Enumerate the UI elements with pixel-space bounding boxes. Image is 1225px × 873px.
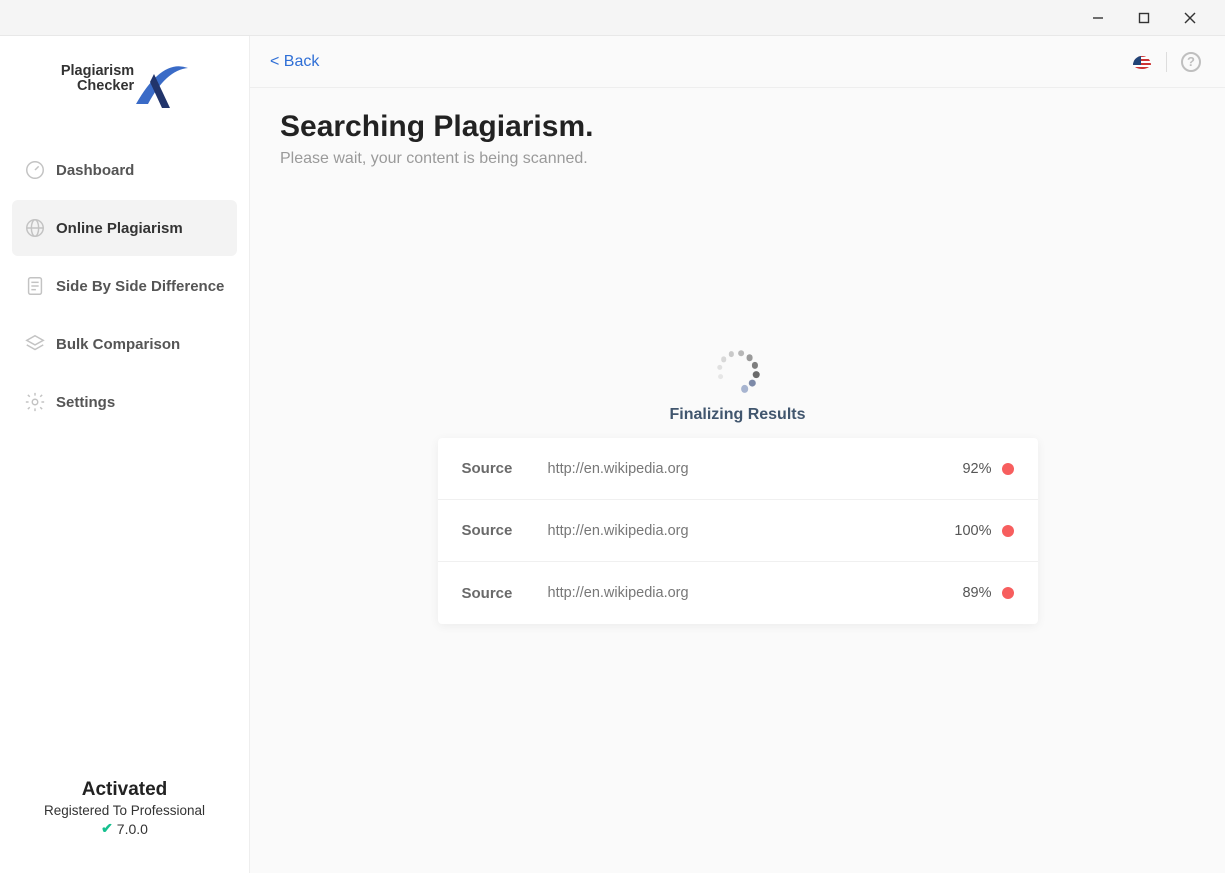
sidebar-item-online-plagiarism[interactable]: Online Plagiarism	[12, 200, 237, 256]
loading-spinner-icon	[715, 348, 761, 394]
topbar-divider	[1166, 52, 1167, 72]
content: Searching Plagiarism. Please wait, your …	[250, 88, 1225, 646]
result-row: Source http://en.wikipedia.org 92%	[438, 438, 1038, 500]
source-label: Source	[462, 585, 548, 602]
sidebar-item-label: Bulk Comparison	[56, 336, 180, 353]
license-registered: Registered To Professional	[10, 803, 239, 818]
results-section: Finalizing Results Source http://en.wiki…	[280, 348, 1195, 624]
license-status: Activated	[10, 779, 239, 801]
maximize-button[interactable]	[1121, 0, 1167, 36]
sidebar-item-label: Dashboard	[56, 162, 134, 179]
document-icon	[24, 275, 56, 297]
minimize-button[interactable]	[1075, 0, 1121, 36]
sidebar-item-side-by-side[interactable]: Side By Side Difference	[12, 258, 237, 314]
source-percent: 92%	[962, 461, 991, 477]
source-url: http://en.wikipedia.org	[548, 461, 963, 477]
logo-swoosh-icon	[136, 64, 188, 112]
main-area: < Back ? Searching Plagiari	[250, 36, 1225, 873]
page-title: Searching Plagiarism.	[280, 110, 1195, 144]
sidebar-item-label: Online Plagiarism	[56, 220, 183, 237]
version-text: 7.0.0	[117, 821, 148, 837]
topbar-right: ?	[1132, 52, 1201, 72]
result-row: Source http://en.wikipedia.org 89%	[438, 562, 1038, 624]
language-flag-icon[interactable]	[1132, 55, 1152, 69]
source-label: Source	[462, 522, 548, 539]
results-list: Source http://en.wikipedia.org 92% Sourc…	[438, 438, 1038, 624]
gauge-icon	[24, 159, 56, 181]
sidebar: Plagiarism Checker Dashboard Online Plag…	[0, 36, 250, 873]
source-percent: 89%	[962, 585, 991, 601]
back-button[interactable]: < Back	[266, 47, 323, 77]
severity-dot-icon	[1002, 525, 1014, 537]
source-percent: 100%	[954, 523, 991, 539]
sidebar-item-settings[interactable]: Settings	[12, 374, 237, 430]
sidebar-item-dashboard[interactable]: Dashboard	[12, 142, 237, 198]
app-logo: Plagiarism Checker	[0, 36, 249, 132]
logo-line2: Checker	[77, 78, 134, 94]
source-label: Source	[462, 460, 548, 477]
window-titlebar	[0, 0, 1225, 36]
sidebar-item-bulk-comparison[interactable]: Bulk Comparison	[12, 316, 237, 372]
topbar: < Back ?	[250, 36, 1225, 88]
page-subtitle: Please wait, your content is being scann…	[280, 150, 1195, 168]
severity-dot-icon	[1002, 463, 1014, 475]
source-url: http://en.wikipedia.org	[548, 523, 955, 539]
sidebar-item-label: Settings	[56, 394, 115, 411]
sidebar-nav: Dashboard Online Plagiarism Side By Side…	[0, 132, 249, 779]
globe-icon	[24, 217, 56, 239]
logo-line1: Plagiarism	[61, 63, 134, 79]
check-icon: ✔	[101, 820, 113, 837]
sidebar-footer: Activated Registered To Professional ✔ 7…	[0, 779, 249, 873]
close-button[interactable]	[1167, 0, 1213, 36]
source-url: http://en.wikipedia.org	[548, 585, 963, 601]
severity-dot-icon	[1002, 587, 1014, 599]
help-icon[interactable]: ?	[1181, 52, 1201, 72]
gear-icon	[24, 391, 56, 413]
result-row: Source http://en.wikipedia.org 100%	[438, 500, 1038, 562]
status-text: Finalizing Results	[669, 406, 805, 424]
app-version: ✔ 7.0.0	[10, 820, 239, 837]
sidebar-item-label: Side By Side Difference	[56, 278, 224, 295]
stack-icon	[24, 333, 56, 355]
